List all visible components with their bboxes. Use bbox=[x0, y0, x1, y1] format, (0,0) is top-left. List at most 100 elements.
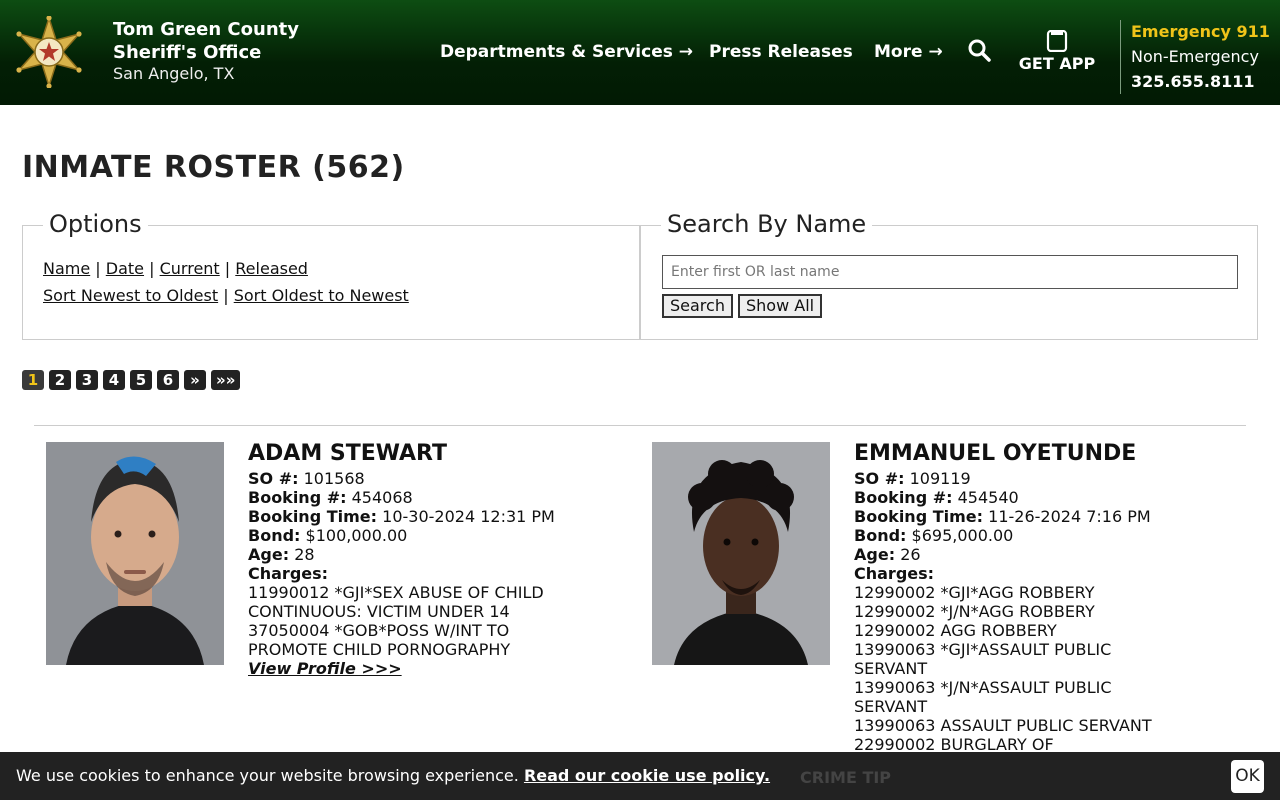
nav-more[interactable]: More → bbox=[874, 42, 943, 62]
charge-item: 13990063 ASSAULT PUBLIC SERVANT bbox=[854, 716, 1152, 735]
search-legend: Search By Name bbox=[661, 210, 873, 238]
non-emergency-label: Non-Emergency bbox=[1131, 47, 1259, 66]
nav-press-releases[interactable]: Press Releases bbox=[709, 42, 853, 62]
charge-item: 12990002 AGG ROBBERY bbox=[854, 621, 1057, 640]
charge-item: 13990063 *J/N*ASSAULT PUBLIC SERVANT bbox=[854, 678, 1112, 716]
inmate-card: EMMANUEL OYETUNDE SO #: 109119 Booking #… bbox=[854, 441, 1234, 754]
mobile-phone-icon bbox=[1046, 30, 1068, 52]
page-5-link[interactable]: 5 bbox=[130, 370, 152, 390]
charge-item: 12990002 *J/N*AGG ROBBERY bbox=[854, 602, 1095, 621]
charges-label: Charges: bbox=[248, 564, 329, 583]
sort-order-links: Sort Newest to Oldest | Sort Oldest to N… bbox=[43, 286, 409, 305]
last-page-link[interactable]: »» bbox=[211, 370, 241, 390]
show-all-button[interactable]: Show All bbox=[738, 294, 823, 318]
filter-current-link[interactable]: Current bbox=[160, 259, 220, 278]
bond-label: Bond: bbox=[854, 526, 907, 545]
cookie-message-text: We use cookies to enhance your website b… bbox=[16, 766, 519, 785]
nav-departments-services[interactable]: Departments & Services → bbox=[440, 42, 693, 62]
nav-more-label: More bbox=[874, 42, 923, 62]
options-legend: Options bbox=[43, 210, 148, 238]
mugshot-placeholder-icon bbox=[46, 442, 224, 665]
brand-block[interactable]: Tom Green County Sheriff's Office San An… bbox=[113, 18, 299, 84]
cookie-ok-button[interactable]: OK bbox=[1231, 760, 1264, 793]
booking-value: 454068 bbox=[351, 488, 413, 507]
charges-label-row: Charges: bbox=[854, 564, 1234, 583]
view-profile-link[interactable]: View Profile >>> bbox=[248, 659, 402, 678]
divider bbox=[34, 425, 1246, 426]
arrow-right-icon: → bbox=[928, 42, 943, 62]
age-row: Age: 28 bbox=[248, 545, 598, 564]
get-app-label: GET APP bbox=[1018, 54, 1096, 73]
inmate-photo[interactable] bbox=[652, 442, 830, 665]
cookie-banner: CRIME TIP We use cookies to enhance your… bbox=[0, 752, 1280, 800]
separator: | bbox=[149, 259, 155, 278]
nav-departments-label: Departments & Services bbox=[440, 42, 673, 62]
page-2-link[interactable]: 2 bbox=[49, 370, 71, 390]
age-value: 26 bbox=[900, 545, 921, 564]
page-4-link[interactable]: 4 bbox=[103, 370, 125, 390]
age-label: Age: bbox=[854, 545, 896, 564]
page-3-link[interactable]: 3 bbox=[76, 370, 98, 390]
age-row: Age: 26 bbox=[854, 545, 1234, 564]
page-1-link[interactable]: 1 bbox=[22, 370, 44, 390]
so-value: 101568 bbox=[303, 469, 365, 488]
nav-press-label: Press Releases bbox=[709, 42, 853, 62]
search-panel: Search By Name Search Show All bbox=[640, 210, 1258, 340]
sheriff-star-badge-icon[interactable] bbox=[12, 16, 86, 88]
booking-number-row: Booking #: 454068 bbox=[248, 488, 598, 507]
sort-by-name-link[interactable]: Name bbox=[43, 259, 90, 278]
search-icon[interactable] bbox=[967, 38, 993, 64]
booking-time-label: Booking Time: bbox=[854, 507, 984, 526]
inmate-name: EMMANUEL OYETUNDE bbox=[854, 441, 1137, 466]
next-page-link[interactable]: » bbox=[184, 370, 206, 390]
sort-oldest-link[interactable]: Sort Oldest to Newest bbox=[234, 286, 409, 305]
cookie-message: We use cookies to enhance your website b… bbox=[16, 766, 770, 785]
bond-row: Bond: $100,000.00 bbox=[248, 526, 598, 545]
booking-time-value: 11-26-2024 7:16 PM bbox=[988, 507, 1151, 526]
crime-tip-label: CRIME TIP bbox=[800, 768, 892, 787]
inmate-card: ADAM STEWART SO #: 101568 Booking #: 454… bbox=[248, 441, 598, 678]
booking-number-row: Booking #: 454540 bbox=[854, 488, 1234, 507]
bond-label: Bond: bbox=[248, 526, 301, 545]
site-header: Tom Green County Sheriff's Office San An… bbox=[0, 0, 1280, 105]
separator: | bbox=[95, 259, 101, 278]
booking-time-row: Booking Time: 11-26-2024 7:16 PM bbox=[854, 507, 1234, 526]
bond-value: $100,000.00 bbox=[305, 526, 408, 545]
get-app-button[interactable]: GET APP bbox=[1016, 30, 1098, 73]
booking-time-value: 10-30-2024 12:31 PM bbox=[382, 507, 555, 526]
age-label: Age: bbox=[248, 545, 290, 564]
options-panel: Options Name | Date | Current | Released… bbox=[22, 210, 640, 340]
charge-item: 37050004 *GOB*POSS W/INT TO PROMOTE CHIL… bbox=[248, 621, 511, 659]
name-search-input[interactable] bbox=[662, 255, 1238, 289]
charges-label: Charges: bbox=[854, 564, 935, 583]
booking-time-label: Booking Time: bbox=[248, 507, 378, 526]
page-6-link[interactable]: 6 bbox=[157, 370, 179, 390]
sort-newest-link[interactable]: Sort Newest to Oldest bbox=[43, 286, 218, 305]
booking-value: 454540 bbox=[957, 488, 1019, 507]
inmate-name: ADAM STEWART bbox=[248, 441, 448, 466]
separator: | bbox=[223, 286, 229, 305]
emergency-911-link[interactable]: Emergency 911 bbox=[1131, 19, 1270, 44]
filter-released-link[interactable]: Released bbox=[235, 259, 308, 278]
so-label: SO #: bbox=[248, 469, 299, 488]
pagination: 1 2 3 4 5 6 » »» bbox=[22, 370, 241, 390]
age-value: 28 bbox=[294, 545, 315, 564]
header-divider bbox=[1120, 20, 1121, 94]
charges-label-row: Charges: bbox=[248, 564, 598, 583]
org-location: San Angelo, TX bbox=[113, 64, 235, 83]
sort-by-date-link[interactable]: Date bbox=[106, 259, 144, 278]
search-button[interactable]: Search bbox=[662, 294, 733, 318]
inmate-photo[interactable] bbox=[46, 442, 224, 665]
non-emergency-phone[interactable]: 325.655.8111 bbox=[1131, 69, 1270, 94]
so-label: SO #: bbox=[854, 469, 905, 488]
booking-label: Booking #: bbox=[854, 488, 953, 507]
cookie-policy-link[interactable]: Read our cookie use policy. bbox=[524, 766, 770, 785]
org-name-line2: Sheriff's Office bbox=[113, 42, 262, 63]
emergency-contact: Emergency 911 Non-Emergency 325.655.8111 bbox=[1131, 19, 1270, 94]
mugshot-placeholder-icon bbox=[652, 442, 830, 665]
so-number-row: SO #: 101568 bbox=[248, 469, 598, 488]
separator: | bbox=[224, 259, 231, 278]
sort-field-links: Name | Date | Current | Released bbox=[43, 259, 308, 278]
charge-item: 11990012 *GJI*SEX ABUSE OF CHILD CONTINU… bbox=[248, 583, 544, 621]
booking-time-row: Booking Time: 10-30-2024 12:31 PM bbox=[248, 507, 598, 526]
